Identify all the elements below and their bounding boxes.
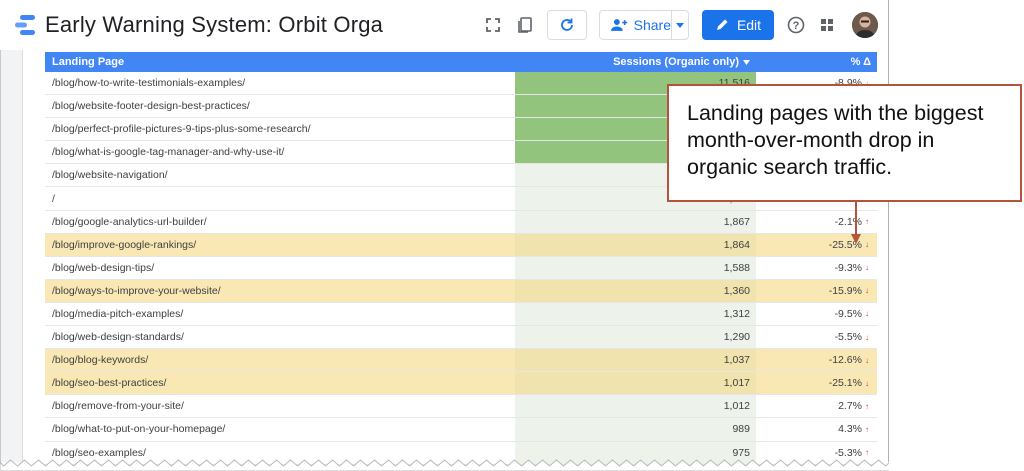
- table-header: Landing Page Sessions (Organic only) % Δ: [45, 52, 877, 72]
- arrow-up-icon: ↑: [865, 448, 869, 458]
- table-row[interactable]: /blog/blog-keywords/1,037 -12.6% ↓: [45, 349, 877, 373]
- cell-sessions: 1,312: [515, 302, 756, 326]
- cell-landing-page: /blog/ways-to-improve-your-website/: [52, 284, 221, 297]
- add-person-icon: [610, 19, 628, 31]
- cell-sessions: 1,867: [515, 210, 756, 233]
- canvas-gutter: [1, 50, 22, 462]
- cell-landing-page: /blog/website-footer-design-best-practic…: [52, 100, 250, 113]
- callout-arrow: [851, 202, 861, 244]
- svg-text:?: ?: [793, 20, 800, 32]
- cell-sessions: 1,864: [515, 233, 756, 256]
- frame-right-border: [888, 0, 889, 462]
- cell-sessions: 1,037: [515, 349, 756, 372]
- pct-value: -9.5%: [834, 307, 862, 320]
- looker-studio-logo: [15, 15, 35, 35]
- cell-pct-change: -9.3% ↓: [756, 257, 877, 279]
- cell-pct-change: -25.1% ↓: [756, 372, 877, 394]
- refresh-icon: [561, 18, 573, 31]
- chevron-down-icon: [676, 22, 684, 28]
- cell-sessions: 1,017: [515, 372, 756, 395]
- arrow-down-icon: ↓: [865, 355, 869, 365]
- cell-landing-page: /blog/web-design-standards/: [52, 331, 184, 344]
- cell-landing-page: /blog/what-to-put-on-your-homepage/: [52, 423, 226, 436]
- callout-text: Landing pages with the biggest month-ove…: [687, 101, 984, 179]
- table-row[interactable]: /blog/web-design-standards/1,290 -5.5% ↓: [45, 326, 877, 350]
- share-label: Share: [633, 17, 671, 33]
- arrow-up-icon: ↑: [865, 217, 869, 227]
- avatar[interactable]: [852, 12, 878, 38]
- table-row[interactable]: /blog/seo-best-practices/1,017 -25.1% ↓: [45, 372, 877, 396]
- arrow-down-icon: ↓: [865, 332, 869, 342]
- pct-value: -15.9%: [828, 284, 862, 297]
- cell-landing-page: /blog/perfect-profile-pictures-9-tips-pl…: [52, 123, 311, 136]
- pct-value: -5.5%: [834, 331, 862, 344]
- cell-pct-change: -5.5% ↓: [756, 326, 877, 348]
- arrow-up-icon: ↑: [865, 424, 869, 434]
- share-button[interactable]: Share: [599, 10, 689, 40]
- arrow-up-icon: ↑: [865, 401, 869, 411]
- cell-landing-page: /blog/website-navigation/: [52, 169, 168, 182]
- arrow-down-icon: ↓: [865, 378, 869, 388]
- arrow-down-icon: ↓: [865, 286, 869, 296]
- header-landing-page-label: Landing Page: [52, 56, 125, 68]
- pct-value: -12.6%: [828, 354, 862, 367]
- arrow-down-icon: ↓: [865, 309, 869, 319]
- header-pct-change[interactable]: % Δ: [756, 52, 877, 72]
- sort-desc-icon: [743, 59, 750, 65]
- pct-value: 2.7%: [838, 400, 862, 413]
- header-landing-page[interactable]: Landing Page: [45, 52, 515, 72]
- pct-value: 4.3%: [838, 423, 862, 436]
- gutter-divider: [22, 50, 23, 462]
- cell-landing-page: /blog/web-design-tips/: [52, 261, 155, 274]
- cell-landing-page: /blog/media-pitch-examples/: [52, 307, 184, 320]
- apps-grid-icon[interactable]: [816, 14, 838, 36]
- header-pct-label: % Δ: [850, 56, 871, 68]
- cell-landing-page: /blog/blog-keywords/: [52, 354, 149, 367]
- table-row[interactable]: /blog/google-analytics-url-builder/1,867…: [45, 210, 877, 234]
- table-row[interactable]: /blog/improve-google-rankings/1,864 -25.5…: [45, 233, 877, 257]
- header-sessions[interactable]: Sessions (Organic only): [515, 52, 756, 72]
- help-icon[interactable]: ?: [785, 14, 807, 36]
- cell-landing-page: /blog/how-to-write-testimonials-examples…: [52, 77, 246, 90]
- edit-label: Edit: [736, 17, 762, 33]
- cell-sessions: 989: [515, 418, 756, 441]
- cell-pct-change: -9.5% ↓: [756, 303, 877, 325]
- cell-sessions: 1,588: [515, 256, 756, 279]
- cell-landing-page: /blog/what-is-google-tag-manager-and-why…: [52, 146, 285, 159]
- cell-landing-page: /blog/remove-from-your-site/: [52, 400, 184, 413]
- cell-landing-page: /: [52, 192, 55, 205]
- cell-pct-change: -15.9% ↓: [756, 280, 877, 302]
- share-dropdown[interactable]: [672, 11, 688, 39]
- pct-value: -5.3%: [834, 446, 862, 459]
- cell-landing-page: /blog/improve-google-rankings/: [52, 238, 197, 251]
- share-main[interactable]: Share: [600, 11, 672, 39]
- cell-pct-change: 2.7% ↑: [756, 395, 877, 417]
- header-sessions-label: Sessions (Organic only): [613, 56, 739, 68]
- refresh-button[interactable]: [547, 10, 587, 40]
- table-row[interactable]: /blog/web-design-tips/1,588 -9.3% ↓: [45, 256, 877, 280]
- pct-value: -9.3%: [834, 261, 862, 274]
- torn-edge: [0, 459, 889, 471]
- cell-landing-page: /blog/seo-best-practices/: [52, 377, 167, 390]
- edit-button[interactable]: Edit: [702, 10, 774, 40]
- cell-sessions: 1,360: [515, 279, 756, 302]
- cell-sessions: 1,290: [515, 326, 756, 349]
- annotation-callout: Landing pages with the biggest month-ove…: [667, 84, 1022, 202]
- cell-sessions: 1,012: [515, 395, 756, 418]
- cell-pct-change: 4.3% ↑: [756, 418, 877, 440]
- copy-icon[interactable]: [514, 14, 536, 36]
- arrow-down-icon: ↓: [865, 263, 869, 273]
- table-row[interactable]: /blog/what-to-put-on-your-homepage/989 4.…: [45, 418, 877, 442]
- top-toolbar: Early Warning System: Orbit Organic Traf…: [0, 0, 1024, 50]
- table-row[interactable]: /blog/remove-from-your-site/1,012 2.7% ↑: [45, 395, 877, 419]
- pencil-icon: [716, 19, 728, 30]
- report-title[interactable]: Early Warning System: Orbit Organic Traf…: [45, 12, 383, 40]
- cell-landing-page: /blog/google-analytics-url-builder/: [52, 215, 207, 228]
- table-row[interactable]: /blog/media-pitch-examples/1,312 -9.5% ↓: [45, 302, 877, 327]
- cell-pct-change: -12.6% ↓: [756, 349, 877, 371]
- arrow-down-icon: ↓: [865, 240, 869, 250]
- fullscreen-icon[interactable]: [482, 14, 504, 36]
- table-row[interactable]: /blog/ways-to-improve-your-website/1,360…: [45, 279, 877, 303]
- pct-value: -25.1%: [828, 377, 862, 390]
